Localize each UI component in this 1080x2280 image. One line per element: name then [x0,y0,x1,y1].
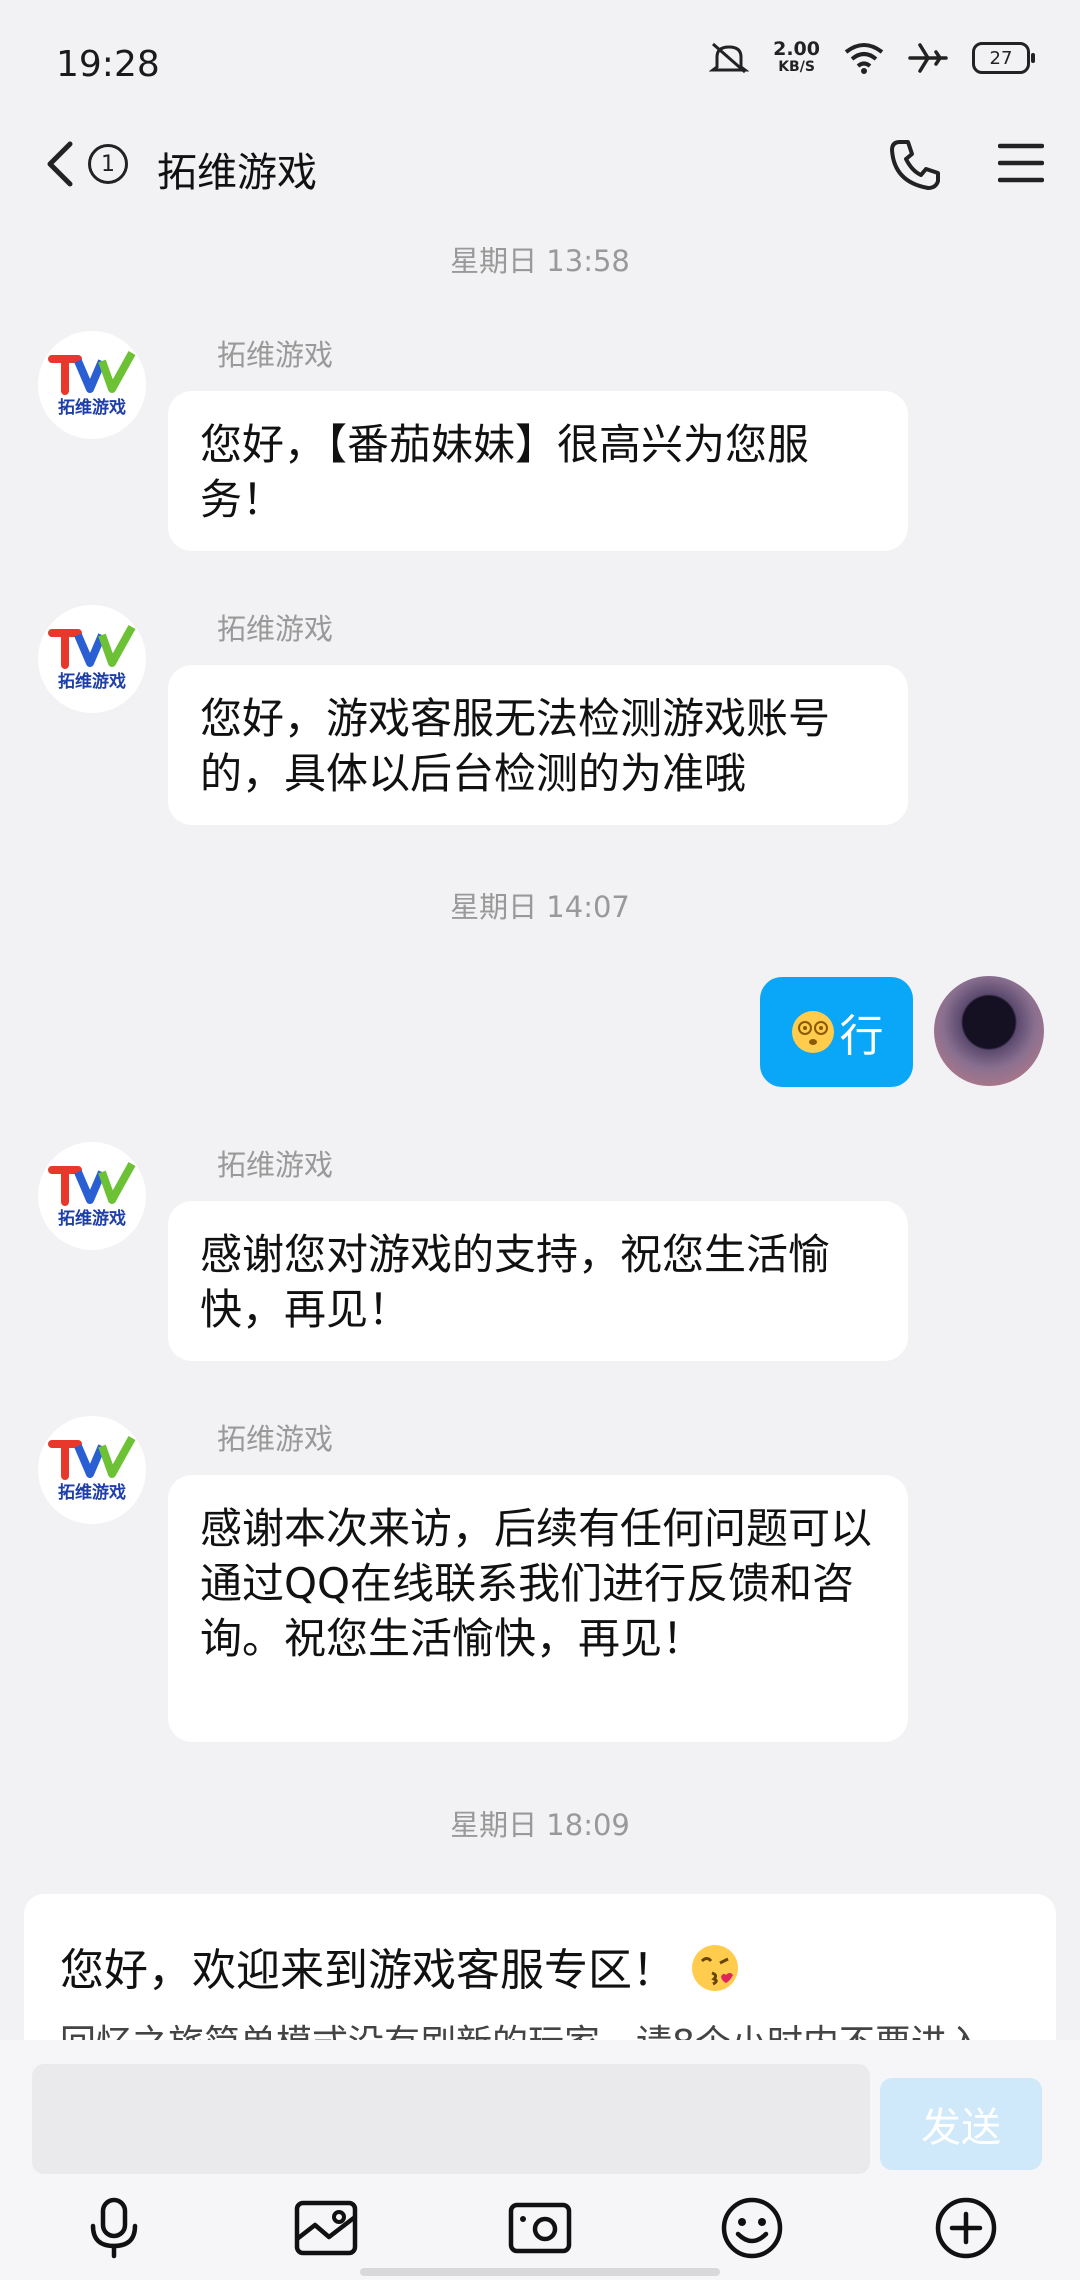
sender-avatar[interactable]: 拓维游戏 [38,605,146,713]
svg-text:拓维游戏: 拓维游戏 [58,1482,126,1503]
sender-name: 拓维游戏 [217,1148,334,1182]
send-button[interactable]: 发送 [880,2078,1042,2170]
sender-avatar[interactable]: 拓维游戏 [38,1142,146,1250]
menu-icon[interactable] [998,142,1044,184]
plus-icon[interactable] [924,2186,1008,2270]
tuowei-logo-icon: 拓维游戏 [48,625,136,692]
status-icons: 2.00 KB/S 27 [709,38,1035,76]
sender-avatar[interactable]: 拓维游戏 [38,331,146,439]
network-speed: 2.00 KB/S [773,38,820,76]
sender-name: 拓维游戏 [217,1422,334,1456]
my-avatar[interactable] [934,976,1044,1086]
phone-icon[interactable] [888,138,942,192]
sender-name: 拓维游戏 [217,338,334,372]
tuowei-logo-icon: 拓维游戏 [48,1162,136,1229]
airplane-icon [908,43,948,73]
card-title: 您好，欢迎来到游戏客服专区！ [60,1934,740,1998]
svg-text:拓维游戏: 拓维游戏 [58,397,126,418]
sender-avatar[interactable]: 拓维游戏 [38,1416,146,1524]
dizzy-face-emoji-icon [791,1011,834,1053]
my-message-text: 行 [839,1011,884,1062]
svg-text:拓维游戏: 拓维游戏 [58,1208,126,1229]
message-bubble[interactable]: 感谢本次来访，后续有任何问题可以通过QQ在线联系我们进行反馈和咨询。祝您生活愉快… [168,1475,908,1742]
microphone-icon[interactable] [72,2186,156,2270]
timestamp: 星期日 14:07 [450,890,630,924]
status-time: 19:28 [56,44,160,85]
camera-icon[interactable] [498,2186,582,2270]
message-bubble[interactable]: 您好，【番茄妹妹】很高兴为您服务！ [168,391,908,551]
unread-count-badge[interactable]: 1 [88,144,128,184]
timestamp: 星期日 18:09 [450,1808,630,1842]
back-chevron-icon[interactable] [42,140,78,188]
message-input[interactable] [32,2064,870,2174]
message-bubble[interactable]: 感谢您对游戏的支持，祝您生活愉快，再见！ [168,1201,908,1361]
home-indicator[interactable] [360,2268,720,2276]
svg-text:拓维游戏: 拓维游戏 [58,671,126,692]
mute-icon [709,42,750,74]
tuowei-logo-icon: 拓维游戏 [48,351,136,418]
image-icon[interactable] [284,2186,368,2270]
kissing-face-emoji-icon [692,1945,738,1991]
timestamp: 星期日 13:58 [450,244,630,278]
tuowei-logo-icon: 拓维游戏 [48,1436,136,1503]
chat-title: 拓维游戏 [157,150,317,196]
wifi-icon [844,43,884,74]
sender-name: 拓维游戏 [217,612,334,646]
battery-icon: 27 [972,42,1035,74]
message-bubble[interactable]: 您好，游戏客服无法检测游戏账号的，具体以后台检测的为准哦 [168,665,908,825]
my-message-bubble[interactable]: 行 [760,977,913,1087]
emoji-icon[interactable] [710,2186,794,2270]
